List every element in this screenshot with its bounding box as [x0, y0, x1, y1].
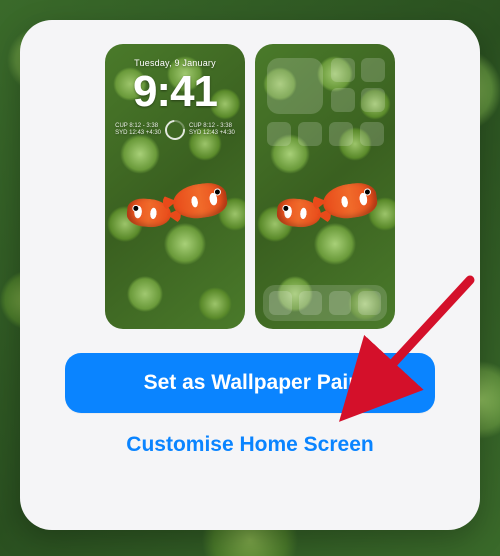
app-icon-placeholder [358, 291, 381, 315]
app-icon-placeholder [331, 88, 355, 112]
wallpaper-set-sheet: Tuesday, 9 January 9:41 CUP 8:12 - 3:38 … [20, 20, 480, 530]
lock-widget-line: CUP 8:12 - 3:38 [189, 123, 235, 130]
lock-widgets: CUP 8:12 - 3:38 SYD 12:43 +4:30 CUP 8:12… [105, 120, 245, 140]
app-icon-placeholder [360, 122, 384, 146]
lock-screen-preview[interactable]: Tuesday, 9 January 9:41 CUP 8:12 - 3:38 … [105, 44, 245, 329]
set-as-wallpaper-pair-button[interactable]: Set as Wallpaper Pair [65, 353, 435, 413]
lock-widget-line: CUP 8:12 - 3:38 [115, 123, 161, 130]
app-icon-placeholder [299, 291, 322, 315]
lock-screen-content: Tuesday, 9 January 9:41 CUP 8:12 - 3:38 … [105, 58, 245, 140]
lock-widget-line: SYD 12:43 +4:30 [189, 130, 235, 137]
wallpaper-previews: Tuesday, 9 January 9:41 CUP 8:12 - 3:38 … [105, 44, 395, 329]
home-icon-row [267, 122, 384, 146]
app-icon-placeholder [329, 291, 352, 315]
lock-time: 9:41 [105, 70, 245, 114]
home-screen-preview[interactable] [255, 44, 395, 329]
app-icon-placeholder [331, 58, 355, 82]
app-icon-placeholder [361, 58, 385, 82]
home-icon-grid [331, 58, 385, 112]
activity-ring-icon [161, 116, 189, 144]
app-icon-placeholder [298, 122, 322, 146]
app-icon-placeholder [361, 88, 385, 112]
app-icon-placeholder [267, 122, 291, 146]
app-icon-placeholder [269, 291, 292, 315]
home-dock [263, 285, 387, 321]
home-widget-placeholder [267, 58, 323, 114]
app-icon-placeholder [329, 122, 353, 146]
customise-home-screen-button[interactable]: Customise Home Screen [116, 413, 383, 461]
lock-widget-line: SYD 12:43 +4:30 [115, 130, 161, 137]
